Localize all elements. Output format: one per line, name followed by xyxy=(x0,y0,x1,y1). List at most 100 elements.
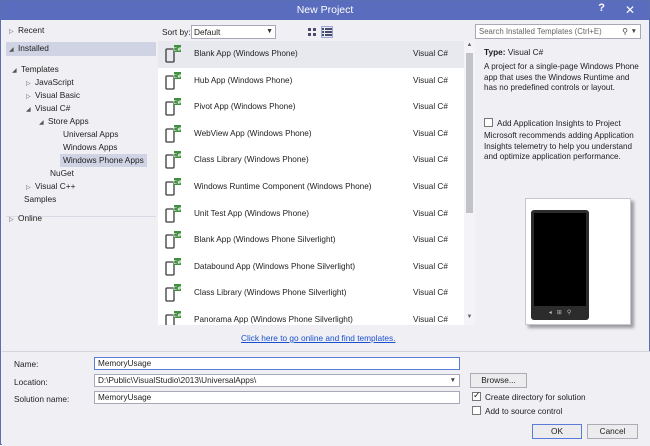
source-control-label: Add to source control xyxy=(485,407,563,416)
svg-text:C#: C# xyxy=(173,73,182,79)
tree-item-visual-basic[interactable]: ▷ Visual Basic xyxy=(26,89,80,102)
template-item[interactable]: C# Panorama App (Windows Phone Silverligh… xyxy=(158,307,464,325)
phone-buttons-icon: ◂ ⊞ ⚲ xyxy=(548,310,572,316)
template-item[interactable]: C# Class Library (Windows Phone Silverlig… xyxy=(158,280,464,307)
template-list-scrollbar[interactable]: ▲ ▼ xyxy=(464,41,475,325)
sort-value: Default xyxy=(194,27,221,37)
template-item[interactable]: C# Hub App (Windows Phone) Visual C# xyxy=(158,68,464,95)
create-directory-label: Create directory for solution xyxy=(485,393,586,402)
csharp-project-icon: C# xyxy=(165,310,182,325)
template-tree: ▷ Recent ◢ Installed ◢ Templates ▷ JavaScrip… xyxy=(6,21,156,349)
small-icons-view-button[interactable] xyxy=(306,26,318,38)
template-language: Visual C# xyxy=(413,235,448,245)
tree-item-online[interactable]: ▷ Online xyxy=(6,212,156,225)
tree-item-samples[interactable]: Samples xyxy=(24,193,56,206)
template-language: Visual C# xyxy=(413,288,448,298)
tree-item-visual-csharp[interactable]: ◢ Visual C# xyxy=(26,102,70,115)
sort-dropdown[interactable]: Default ▼ xyxy=(191,25,276,39)
scroll-up-icon[interactable]: ▲ xyxy=(465,42,474,52)
expand-arrow-icon[interactable]: ▷ xyxy=(9,214,18,227)
template-language: Visual C# xyxy=(413,182,448,191)
source-control-checkbox[interactable] xyxy=(472,406,481,415)
new-project-dialog: New Project ? ✕ ▷ Recent ◢ Installed ◢ Temp… xyxy=(0,0,650,446)
find-templates-online-link[interactable]: Click here to go online and find templat… xyxy=(241,333,396,343)
template-language: Visual C# xyxy=(413,315,448,324)
template-item[interactable]: C# Windows Runtime Component (Windows Pho… xyxy=(158,174,464,201)
svg-text:C#: C# xyxy=(173,260,182,266)
template-name: Databound App (Windows Phone Silverlight… xyxy=(194,261,356,271)
svg-text:C#: C# xyxy=(173,313,182,319)
tree-item-windows-apps[interactable]: Windows Apps xyxy=(63,141,117,154)
search-templates-input[interactable]: Search Installed Templates (Ctrl+E) ⚲ ▼ xyxy=(475,24,641,39)
template-item[interactable]: C# Class Library (Windows Phone) Visual C# xyxy=(158,147,464,174)
template-item[interactable]: C# Blank App (Windows Phone Silverlight) V… xyxy=(158,227,464,254)
template-name: Windows Runtime Component (Windows Phone… xyxy=(194,182,372,191)
app-insights-option[interactable]: Add Application Insights to Project xyxy=(484,118,621,128)
collapse-arrow-icon[interactable]: ◢ xyxy=(9,44,18,57)
tree-label: Store Apps xyxy=(48,116,89,126)
expand-arrow-icon[interactable]: ▷ xyxy=(9,26,18,39)
create-directory-checkbox[interactable] xyxy=(472,390,481,401)
tree-item-store-apps[interactable]: ◢ Store Apps xyxy=(39,115,89,128)
location-combobox[interactable]: D:\Public\VisualStudio\2013\UniversalApp… xyxy=(94,374,460,387)
sort-label: Sort by: xyxy=(162,27,191,37)
tree-item-universal-apps[interactable]: Universal Apps xyxy=(63,128,118,141)
svg-text:C#: C# xyxy=(173,286,182,292)
template-item[interactable]: C# Databound App (Windows Phone Silverlig… xyxy=(158,254,464,281)
tree-label: Visual C++ xyxy=(35,181,76,191)
tree-item-recent[interactable]: ▷ Recent xyxy=(6,24,156,37)
tree-item-installed[interactable]: ◢ Installed xyxy=(6,42,156,55)
tree-item-javascript[interactable]: ▷ JavaScript xyxy=(26,76,74,89)
scroll-down-icon[interactable]: ▼ xyxy=(465,314,474,324)
tree-label: Installed xyxy=(18,43,49,53)
type-value: Visual C# xyxy=(507,47,544,57)
tree-label: Windows Apps xyxy=(63,142,118,152)
project-form: Name: MemoryUsage Location: D:\Public\Vi… xyxy=(2,351,650,446)
browse-button[interactable]: Browse... xyxy=(470,373,527,388)
collapse-arrow-icon[interactable]: ◢ xyxy=(39,117,48,130)
project-name-field[interactable]: MemoryUsage xyxy=(94,357,460,370)
template-name: Blank App (Windows Phone) xyxy=(194,49,298,58)
source-control-option[interactable]: Add to source control xyxy=(472,406,562,416)
app-insights-checkbox[interactable] xyxy=(484,118,493,127)
csharp-project-icon: C# xyxy=(165,71,182,91)
template-type: Type: Visual C# xyxy=(484,47,543,57)
tree-item-windows-phone-apps[interactable]: Windows Phone Apps xyxy=(60,154,147,167)
template-item[interactable]: C# WebView App (Windows Phone) Visual C# xyxy=(158,121,464,148)
solution-name-field[interactable]: MemoryUsage xyxy=(94,391,460,404)
csharp-project-icon: C# xyxy=(165,283,182,303)
cancel-button[interactable]: Cancel xyxy=(587,424,638,439)
template-item[interactable]: C# Pivot App (Windows Phone) Visual C# xyxy=(158,94,464,121)
template-language: Visual C# xyxy=(413,102,448,112)
sort-toolbar: Sort by: Default ▼ xyxy=(158,23,475,41)
template-item[interactable]: C# Blank App (Windows Phone) Visual C# xyxy=(158,41,464,68)
ok-button[interactable]: OK xyxy=(532,424,582,439)
close-icon[interactable]: ✕ xyxy=(617,2,643,18)
csharp-project-icon: C# xyxy=(165,97,182,117)
list-view-icon xyxy=(322,28,332,36)
help-icon[interactable]: ? xyxy=(598,2,605,14)
tree-label: Visual C# xyxy=(35,103,71,113)
template-description: A project for a single-page Windows Phon… xyxy=(484,62,639,92)
search-icon[interactable]: ⚲ xyxy=(622,25,628,38)
chevron-down-icon[interactable]: ▼ xyxy=(631,25,637,38)
list-view-button[interactable] xyxy=(321,26,333,38)
tree-label: Universal Apps xyxy=(63,129,119,139)
create-directory-option[interactable]: Create directory for solution xyxy=(472,390,586,402)
template-name: Hub App (Windows Phone) xyxy=(194,75,293,85)
collapse-arrow-icon[interactable]: ◢ xyxy=(12,65,21,78)
svg-text:C#: C# xyxy=(173,47,182,53)
chevron-down-icon: ▼ xyxy=(266,28,273,35)
tree-item-templates[interactable]: ◢ Templates xyxy=(12,63,59,76)
tree-item-visual-cpp[interactable]: ▷ Visual C++ xyxy=(26,180,75,193)
csharp-project-icon: C# xyxy=(165,150,182,170)
app-insights-label: Add Application Insights to Project xyxy=(497,119,621,128)
collapse-arrow-icon[interactable]: ◢ xyxy=(26,104,35,117)
tree-label: Online xyxy=(18,213,42,223)
chevron-down-icon[interactable]: ▼ xyxy=(450,375,456,386)
location-value: D:\Public\VisualStudio\2013\UniversalApp… xyxy=(98,376,257,385)
template-name: Class Library (Windows Phone) xyxy=(194,155,309,165)
tree-item-nuget[interactable]: NuGet xyxy=(50,167,74,180)
scrollbar-thumb[interactable] xyxy=(466,53,473,213)
template-item[interactable]: C# Unit Test App (Windows Phone) Visual C# xyxy=(158,201,464,228)
